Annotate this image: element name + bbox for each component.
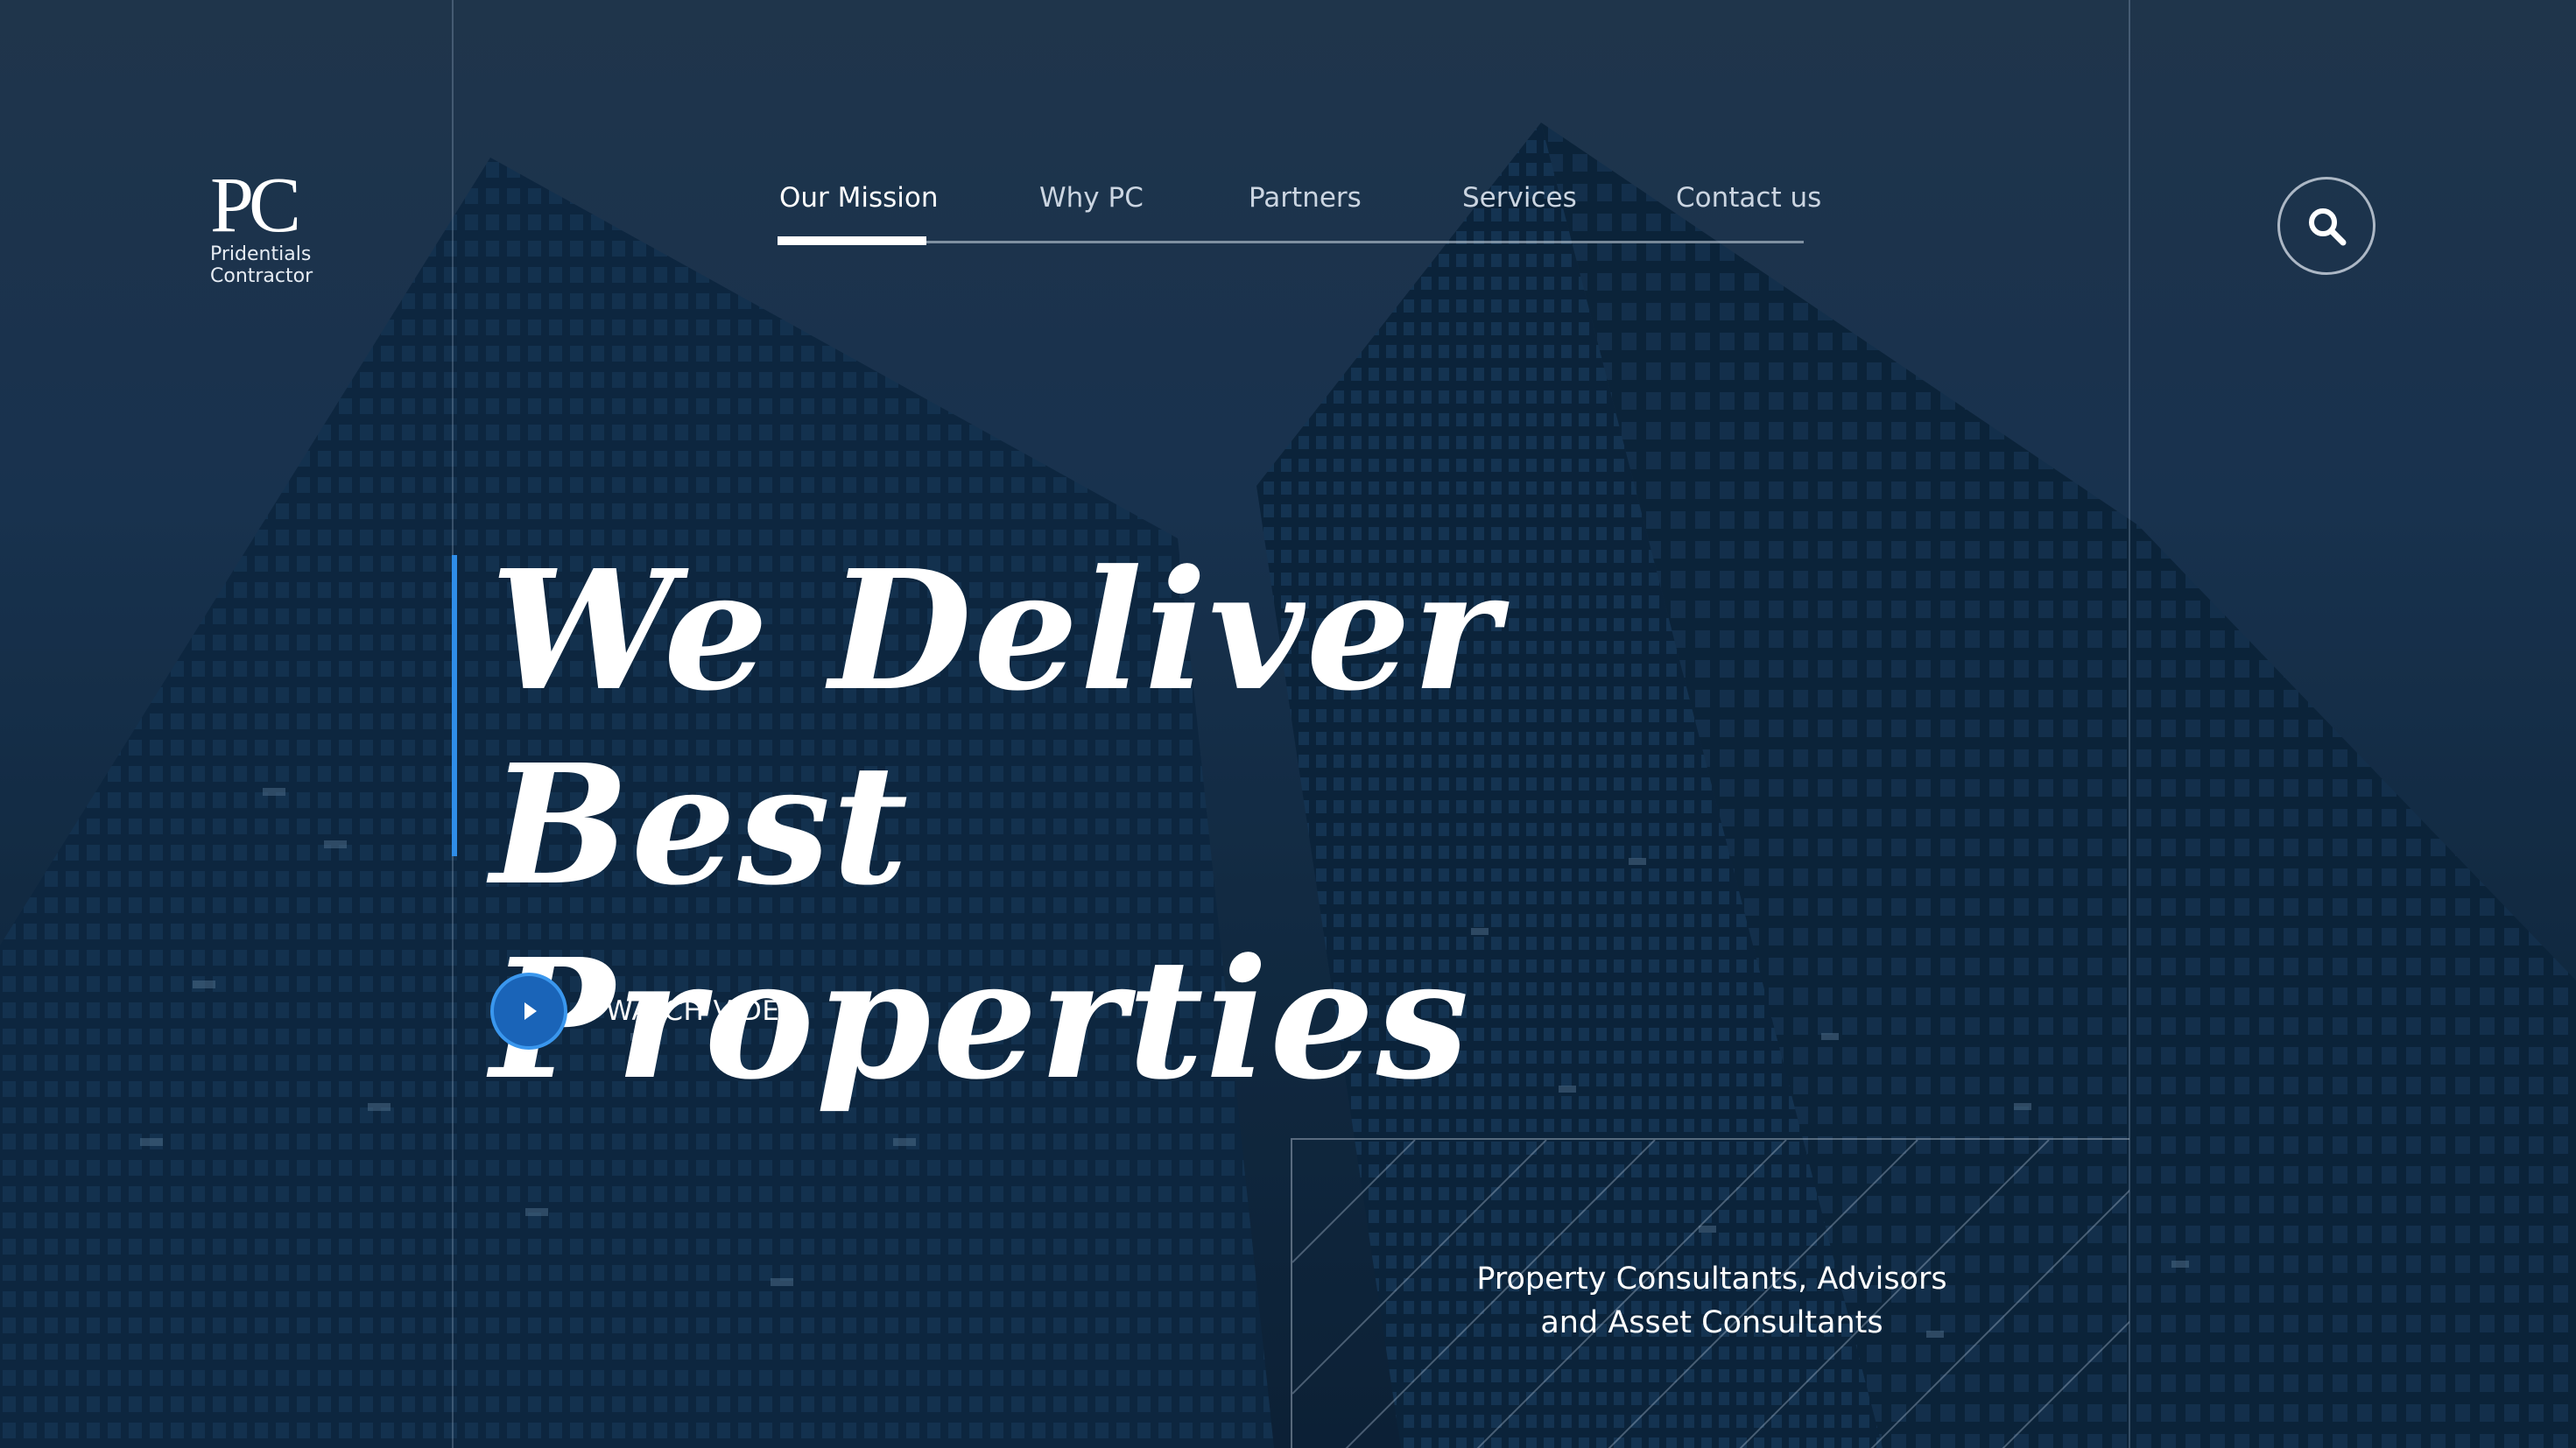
landing-page: PC Pridentials Contractor Our Mission Wh…: [0, 0, 2576, 1448]
main-navigation: Our Mission Why PC Partners Services Con…: [778, 172, 1821, 247]
hero-accent-bar: [452, 555, 457, 856]
tagline-line1: Property Consultants, Advisors: [1476, 1262, 1947, 1297]
nav-item-our-mission[interactable]: Our Mission: [779, 180, 939, 215]
nav-item-why-pc[interactable]: Why PC: [1039, 180, 1144, 215]
nav-item-contact-us[interactable]: Contact us: [1676, 180, 1821, 215]
nav-item-services[interactable]: Services: [1462, 180, 1577, 215]
nav-active-indicator: [778, 236, 926, 245]
nav-track-line: [778, 241, 1804, 243]
play-icon: [524, 1002, 537, 1020]
search-button[interactable]: [2277, 177, 2375, 275]
hero-title-line1: We Deliver Best: [490, 534, 1502, 922]
brand-logo[interactable]: PC Pridentials Contractor: [210, 166, 333, 289]
play-button[interactable]: [490, 973, 567, 1050]
search-icon: [2309, 208, 2347, 246]
tagline-line2: and Asset Consultants: [1540, 1305, 1883, 1340]
brand-name-line2: Contractor: [210, 265, 313, 287]
watch-video-button[interactable]: WATCH VIDEO: [490, 970, 801, 1052]
services-info-box: Property Consultants, Advisors and Asset…: [1291, 1138, 2129, 1448]
nav-item-partners[interactable]: Partners: [1249, 180, 1362, 215]
services-tagline: Property Consultants, Advisors and Asset…: [1292, 1257, 2129, 1345]
logo-mark: PC: [210, 162, 301, 249]
watch-video-label: WATCH VIDEO: [606, 995, 802, 1027]
